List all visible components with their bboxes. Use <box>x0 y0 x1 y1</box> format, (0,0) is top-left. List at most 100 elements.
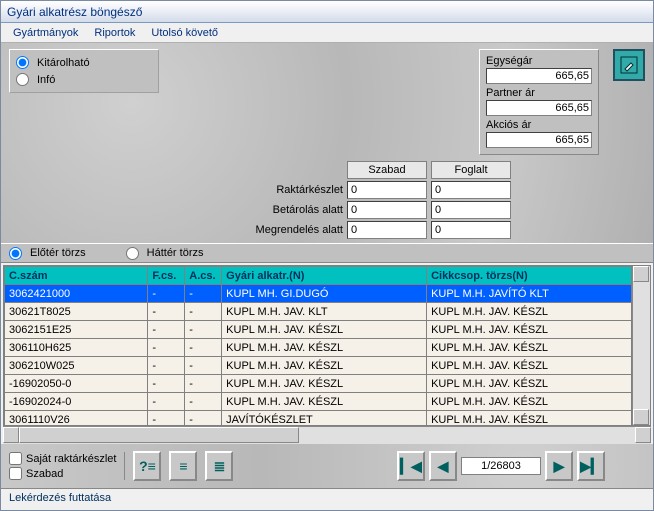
bottom-bar: Saját raktárkészlet Szabad ?≡ ≡ ≣ ▎◀ ◀ 1… <box>1 444 653 488</box>
table-cell[interactable]: KUPL M.H. JAV. KÉSZL <box>222 393 427 411</box>
table-cell[interactable]: KUPL M.H. JAV. KÉSZL <box>222 339 427 357</box>
table-cell[interactable]: - <box>185 375 222 393</box>
radio-hatter[interactable]: Háttér törzs <box>126 245 204 262</box>
table-cell[interactable]: KUPL M.H. JAV. KÉSZL <box>222 375 427 393</box>
radio-hatter-input[interactable] <box>126 247 139 260</box>
app-window: Gyári alkatrész böngésző Gyártmányok Rip… <box>0 0 654 511</box>
table-cell[interactable]: KUPL M.H. JAV. KÉSZL <box>427 393 632 411</box>
table-cell[interactable]: - <box>185 339 222 357</box>
table-cell[interactable]: KUPL M.H. JAVÍTÓ KLT <box>427 285 632 303</box>
scroll-thumb[interactable] <box>19 427 299 443</box>
radio-kitarolhato[interactable]: Kitárolható <box>16 54 152 71</box>
table-cell[interactable]: - <box>148 285 185 303</box>
stock-free-1[interactable] <box>347 201 427 219</box>
table-row[interactable]: 3062151E25--KUPL M.H. JAV. KÉSZLKUPL M.H… <box>5 321 632 339</box>
table-row[interactable]: 306110H625--KUPL M.H. JAV. KÉSZLKUPL M.H… <box>5 339 632 357</box>
table-row[interactable]: -16902024-0--KUPL M.H. JAV. KÉSZLKUPL M.… <box>5 393 632 411</box>
table-cell[interactable]: KUPL M.H. JAV. KÉSZL <box>427 357 632 375</box>
edit-button[interactable] <box>613 49 645 81</box>
col-header[interactable]: Gyári alkatr.(N) <box>222 267 427 285</box>
table-row[interactable]: 30621T8025--KUPL M.H. JAV. KLTKUPL M.H. … <box>5 303 632 321</box>
menu-gyartmanyok[interactable]: Gyártmányok <box>5 25 86 41</box>
nav-first-button[interactable]: ▎◀ <box>397 451 425 481</box>
table-cell[interactable]: KUPL M.H. JAV. KÉSZL <box>427 375 632 393</box>
table-cell[interactable]: KUPL M.H. JAV. KÉSZL <box>427 303 632 321</box>
radio-info[interactable]: Infó <box>16 71 152 88</box>
unit-price-value: 665,65 <box>486 68 592 84</box>
window-title: Gyári alkatrész böngésző <box>7 5 142 19</box>
table-wrap: C.számF.cs.A.cs.Gyári alkatr.(N)Cikkcsop… <box>3 265 651 426</box>
checkbox-free[interactable]: Szabad <box>9 467 116 480</box>
table-row[interactable]: -16902050-0--KUPL M.H. JAV. KÉSZLKUPL M.… <box>5 375 632 393</box>
radio-info-input[interactable] <box>16 73 29 86</box>
col-header[interactable]: F.cs. <box>148 267 185 285</box>
table-cell[interactable]: - <box>148 303 185 321</box>
nav-group: ▎◀ ◀ 1/26803 ▶ ▶▎ <box>397 451 605 481</box>
col-header[interactable]: Cikkcsop. törzs(N) <box>427 267 632 285</box>
stock-free-2[interactable] <box>347 221 427 239</box>
table-cell[interactable]: - <box>148 321 185 339</box>
table-cell[interactable]: 306210W025 <box>5 357 148 375</box>
scroll-left-button[interactable] <box>3 427 19 443</box>
table-cell[interactable]: KUPL MH. GI.DUGÓ <box>222 285 427 303</box>
table-row[interactable]: 306210W025--KUPL M.H. JAV. KÉSZLKUPL M.H… <box>5 357 632 375</box>
list-button-2[interactable]: ≣ <box>205 451 233 481</box>
radio-eloter-input[interactable] <box>9 247 22 260</box>
scroll-up-button[interactable] <box>633 266 649 282</box>
table-cell[interactable]: - <box>185 303 222 321</box>
table-cell[interactable]: KUPL M.H. JAV. KÉSZL <box>427 411 632 426</box>
table-cell[interactable]: 30621T8025 <box>5 303 148 321</box>
nav-prev-button[interactable]: ◀ <box>429 451 457 481</box>
table-cell[interactable]: -16902050-0 <box>5 375 148 393</box>
scroll-down-button[interactable] <box>633 409 649 425</box>
checkbox-own-stock[interactable]: Saját raktárkészlet <box>9 452 116 465</box>
filter-radio-group: Kitárolható Infó <box>9 49 159 93</box>
table-cell[interactable]: KUPL M.H. JAV. KÉSZL <box>427 321 632 339</box>
stock-res-0[interactable] <box>431 181 511 199</box>
menu-riportok[interactable]: Riportok <box>86 25 143 41</box>
table-cell[interactable]: 306110H625 <box>5 339 148 357</box>
table-cell[interactable]: 3062421000 <box>5 285 148 303</box>
table-row[interactable]: 3061110V26--JAVÍTÓKÉSZLETKUPL M.H. JAV. … <box>5 411 632 426</box>
vertical-scrollbar[interactable] <box>632 266 650 425</box>
unit-price-label: Egységár <box>486 54 592 68</box>
scroll-right-button[interactable] <box>635 427 651 443</box>
col-header[interactable]: C.szám <box>5 267 148 285</box>
nav-last-button[interactable]: ▶▎ <box>577 451 605 481</box>
table-cell[interactable]: 3062151E25 <box>5 321 148 339</box>
table-cell[interactable]: - <box>185 357 222 375</box>
checkbox-free-input[interactable] <box>9 467 22 480</box>
table-cell[interactable]: KUPL M.H. JAV. KÉSZL <box>222 321 427 339</box>
table-cell[interactable]: - <box>185 393 222 411</box>
table-cell[interactable]: -16902024-0 <box>5 393 148 411</box>
table-cell[interactable]: - <box>185 285 222 303</box>
checkbox-own-stock-input[interactable] <box>9 452 22 465</box>
table-cell[interactable]: KUPL M.H. JAV. KLT <box>222 303 427 321</box>
prev-icon: ◀ <box>438 458 449 475</box>
nav-next-button[interactable]: ▶ <box>545 451 573 481</box>
table-cell[interactable]: - <box>148 393 185 411</box>
status-text: Lekérdezés futtatása <box>9 492 111 504</box>
table-cell[interactable]: - <box>148 357 185 375</box>
table-cell[interactable]: - <box>148 339 185 357</box>
table-cell[interactable]: KUPL M.H. JAV. KÉSZL <box>427 339 632 357</box>
table-cell[interactable]: - <box>148 411 185 426</box>
table-row[interactable]: 3062421000--KUPL MH. GI.DUGÓKUPL M.H. JA… <box>5 285 632 303</box>
table-cell[interactable]: - <box>185 411 222 426</box>
table-cell[interactable]: - <box>148 375 185 393</box>
col-header[interactable]: A.cs. <box>185 267 222 285</box>
radio-kitarolhato-input[interactable] <box>16 56 29 69</box>
stock-free-0[interactable] <box>347 181 427 199</box>
table-cell[interactable]: 3061110V26 <box>5 411 148 426</box>
stock-res-1[interactable] <box>431 201 511 219</box>
table-cell[interactable]: JAVÍTÓKÉSZLET <box>222 411 427 426</box>
table-cell[interactable]: - <box>185 321 222 339</box>
menu-utolso-koveto[interactable]: Utolsó követő <box>143 25 226 41</box>
list-button-1[interactable]: ≡ <box>169 451 197 481</box>
table-cell[interactable]: KUPL M.H. JAV. KÉSZL <box>222 357 427 375</box>
radio-eloter[interactable]: Előtér törzs <box>9 245 86 262</box>
stock-res-2[interactable] <box>431 221 511 239</box>
horizontal-scrollbar[interactable] <box>3 426 651 444</box>
query-button[interactable]: ?≡ <box>133 451 161 481</box>
parts-table[interactable]: C.számF.cs.A.cs.Gyári alkatr.(N)Cikkcsop… <box>4 266 632 425</box>
